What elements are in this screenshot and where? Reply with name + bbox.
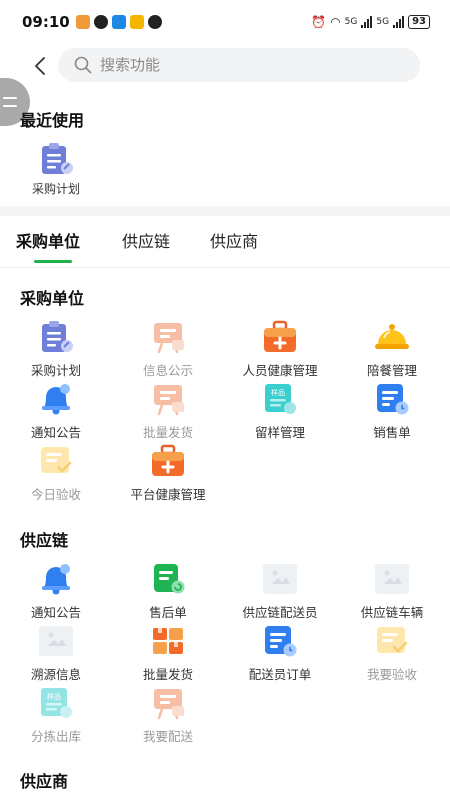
grid-item-label: 今日验收 — [30, 487, 81, 502]
clipboard-icon — [38, 142, 74, 176]
signal-icon — [361, 16, 373, 28]
bell-icon — [38, 382, 74, 416]
easel-board-icon — [150, 382, 186, 416]
signal-icon — [393, 16, 405, 28]
swap-icon — [3, 97, 17, 107]
svg-text:样品: 样品 — [47, 692, 61, 701]
penguin-icon — [147, 15, 162, 29]
grid-item[interactable]: 销售单 — [336, 382, 448, 442]
easel-board-icon — [150, 320, 186, 354]
back-button[interactable] — [28, 52, 52, 80]
medical-kit-icon — [262, 320, 298, 354]
search-icon — [74, 56, 92, 74]
receipt-refresh-icon — [150, 562, 186, 596]
network-label: 5G — [376, 17, 390, 27]
svg-text:样品: 样品 — [271, 388, 285, 397]
boxes-icon — [150, 624, 186, 658]
grid-item-label: 批量发货 — [142, 425, 193, 440]
grid-item[interactable]: 我要验收 — [336, 624, 448, 684]
document-clock-icon — [374, 382, 410, 416]
grid-item-label: 销售单 — [373, 425, 411, 440]
grid-item-label: 供应链车辆 — [360, 605, 424, 620]
category-tabs: 采购单位 供应链 供应商 — [0, 216, 450, 266]
status-bar: 09:10 ⏰ ◠ 5G 5G 93 — [0, 0, 450, 44]
tab-supplier[interactable]: 供应商 — [210, 228, 258, 252]
image-placeholder-icon — [38, 624, 74, 658]
grid-item-label: 我要配送 — [142, 729, 193, 744]
recent-item[interactable]: 采购计划 — [16, 140, 96, 200]
grid-item[interactable]: 通知公告 — [0, 382, 112, 442]
recent-item-label: 采购计划 — [31, 182, 80, 196]
grid-item[interactable]: 信息公示 — [112, 320, 224, 380]
medical-kit-icon — [150, 444, 186, 478]
grid-item[interactable]: 人员健康管理 — [224, 320, 336, 380]
grid-item[interactable]: 我要配送 — [112, 686, 224, 746]
heart-app-icon — [75, 15, 90, 29]
grid-item-label: 售后单 — [149, 605, 187, 620]
status-indicators: ⏰ ◠ 5G 5G 93 — [311, 15, 430, 29]
grid-item[interactable]: 售后单 — [112, 562, 224, 622]
grid-item-label: 人员健康管理 — [242, 363, 318, 378]
penguin-icon — [93, 15, 108, 29]
tabs-divider — [0, 267, 450, 268]
image-placeholder-icon — [374, 562, 410, 596]
tab-active-indicator — [34, 260, 72, 263]
grid-item-label: 留样管理 — [254, 425, 305, 440]
tab-supply-chain[interactable]: 供应链 — [122, 228, 170, 252]
grid-item-label: 信息公示 — [142, 363, 193, 378]
search-box[interactable] — [58, 48, 420, 82]
search-row — [0, 46, 450, 86]
grid-item[interactable]: 样品 留样管理 — [224, 382, 336, 442]
grid-item[interactable]: 今日验收 — [0, 444, 112, 504]
sample-card-icon: 样品 — [262, 382, 298, 416]
grid-item[interactable]: 溯源信息 — [0, 624, 112, 684]
easel-board-icon — [150, 686, 186, 720]
food-cloche-icon — [374, 320, 410, 354]
check-note-icon — [38, 444, 74, 478]
chevron-left-icon — [35, 57, 45, 75]
grid-item[interactable]: 配送员订单 — [224, 624, 336, 684]
section-title-purchasing-unit: 采购单位 — [20, 289, 85, 308]
grid-item-label: 分拣出库 — [30, 729, 81, 744]
grid-item-label: 陪餐管理 — [366, 363, 417, 378]
wifi-icon: ◠ — [330, 15, 341, 29]
network-label: 5G — [344, 17, 358, 27]
tab-purchasing-unit[interactable]: 采购单位 — [16, 228, 80, 252]
status-time: 09:10 — [22, 13, 70, 31]
battery-icon: 93 — [408, 15, 430, 29]
arrow-app-icon — [111, 15, 126, 29]
grid-item-label: 采购计划 — [30, 363, 81, 378]
grid-item[interactable]: 通知公告 — [0, 562, 112, 622]
grid-item-label: 我要验收 — [366, 667, 417, 682]
alarm-icon: ⏰ — [311, 15, 327, 29]
section-title-supply-chain: 供应链 — [20, 531, 69, 550]
document-clock-icon — [262, 624, 298, 658]
clipboard-icon — [38, 320, 74, 354]
grid-item-label: 批量发货 — [142, 667, 193, 682]
grid-item[interactable]: 供应链配送员 — [224, 562, 336, 622]
grid-item[interactable]: 陪餐管理 — [336, 320, 448, 380]
grid-item-label: 配送员订单 — [248, 667, 312, 682]
section-title-supplier: 供应商 — [20, 772, 69, 791]
mail-app-icon — [129, 15, 144, 29]
check-note-icon — [374, 624, 410, 658]
recent-title: 最近使用 — [20, 111, 85, 130]
search-input[interactable] — [100, 56, 380, 74]
grid-item[interactable]: 样品 分拣出库 — [0, 686, 112, 746]
grid-item[interactable]: 批量发货 — [112, 624, 224, 684]
grid-item[interactable]: 采购计划 — [0, 320, 112, 380]
image-placeholder-icon — [262, 562, 298, 596]
section-divider — [0, 206, 450, 216]
grid-item[interactable]: 平台健康管理 — [112, 444, 224, 504]
grid-item-label: 通知公告 — [30, 425, 81, 440]
grid-item-label: 供应链配送员 — [242, 605, 318, 620]
grid-item-label: 平台健康管理 — [130, 487, 206, 502]
sample-card-icon: 样品 — [38, 686, 74, 720]
grid-item[interactable]: 批量发货 — [112, 382, 224, 442]
grid-item[interactable]: 供应链车辆 — [336, 562, 448, 622]
grid-item-label: 通知公告 — [30, 605, 81, 620]
bell-icon — [38, 562, 74, 596]
grid-item-label: 溯源信息 — [30, 667, 81, 682]
